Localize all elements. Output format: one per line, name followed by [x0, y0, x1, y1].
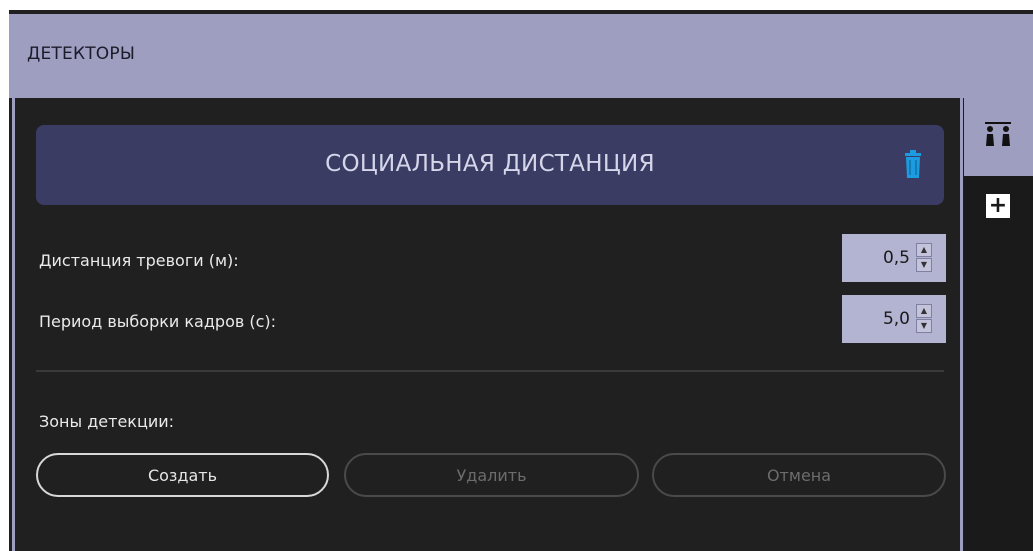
sampling-period-value: 5,0 — [882, 309, 910, 329]
create-zone-button[interactable]: Создать — [36, 453, 329, 497]
cancel-zone-button[interactable]: Отмена — [652, 453, 946, 497]
side-tab-active[interactable] — [964, 98, 1033, 176]
alarm-distance-spinbox[interactable]: 0,5 ▲ ▼ — [842, 234, 946, 282]
page-title: ДЕТЕКТОРЫ — [27, 44, 136, 64]
sampling-period-label: Период выборки кадров (с): — [39, 312, 277, 331]
section-divider — [36, 370, 944, 372]
people-distance-icon[interactable] — [982, 120, 1014, 148]
delete-zone-button[interactable]: Удалить — [344, 453, 639, 497]
plus-icon[interactable]: + — [986, 194, 1010, 218]
sampling-period-spinbox[interactable]: 5,0 ▲ ▼ — [842, 295, 946, 343]
detectors-window: ДЕТЕКТОРЫ СОЦИАЛЬНАЯ ДИСТАНЦИЯ Дистанция… — [9, 10, 1033, 551]
side-tab-bar: + — [964, 98, 1033, 551]
alarm-distance-label: Дистанция тревоги (м): — [39, 251, 239, 270]
spin-down-button[interactable]: ▼ — [916, 319, 932, 333]
spin-up-button[interactable]: ▲ — [916, 304, 932, 318]
detector-title: СОЦИАЛЬНАЯ ДИСТАНЦИЯ — [325, 151, 655, 177]
detector-panel: СОЦИАЛЬНАЯ ДИСТАНЦИЯ Дистанция тревоги (… — [12, 98, 963, 551]
header-divider — [9, 90, 1033, 98]
detector-title-bar: СОЦИАЛЬНАЯ ДИСТАНЦИЯ — [36, 125, 944, 205]
detection-zones-label: Зоны детекции: — [39, 412, 175, 431]
header-bar: ДЕТЕКТОРЫ — [9, 10, 1033, 90]
spin-up-button[interactable]: ▲ — [916, 243, 932, 257]
trash-icon[interactable] — [904, 149, 922, 179]
alarm-distance-value: 0,5 — [882, 248, 910, 268]
spin-down-button[interactable]: ▼ — [916, 258, 932, 272]
